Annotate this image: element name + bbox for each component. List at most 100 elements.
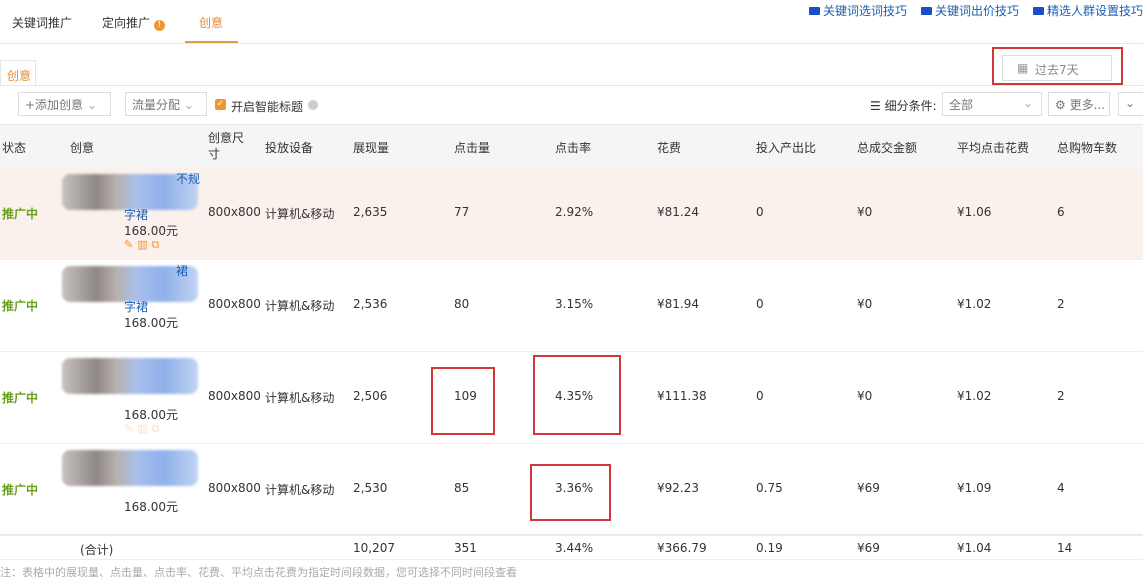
help-link[interactable]: 精选人群设置技巧 — [1032, 2, 1143, 19]
creative-price: 168.00元 — [124, 316, 178, 330]
cell-cart: 2 — [1057, 297, 1065, 311]
expand-button[interactable]: ⌄ — [1118, 92, 1143, 116]
smart-title-checkbox[interactable]: ✓ — [215, 99, 226, 110]
device: 计算机&移动 — [265, 483, 335, 497]
column-header[interactable]: 创意 — [70, 139, 94, 156]
column-header[interactable]: 状态 — [2, 139, 26, 156]
delete-icon[interactable]: ▥ — [137, 422, 151, 435]
cell-cost: ¥111.38 — [657, 389, 707, 403]
cell-gmv: ¥0 — [857, 389, 873, 403]
status-label: 推广中 — [2, 483, 39, 497]
cell-cpc: ¥1.09 — [957, 481, 992, 495]
creative-size: 800x800 — [208, 389, 261, 403]
column-header[interactable]: 总购物车数 — [1057, 139, 1117, 156]
column-header[interactable]: 总成交金额 — [857, 139, 917, 156]
copy-icon[interactable]: ⧉ — [152, 238, 164, 251]
column-header[interactable]: 花费 — [657, 139, 681, 156]
status-label: 推广中 — [2, 299, 39, 313]
device: 计算机&移动 — [265, 391, 335, 405]
chevron-down-icon: ⌄ — [86, 98, 97, 112]
creative-title[interactable]: 不规 — [176, 170, 200, 187]
divider — [0, 43, 1143, 44]
cell-clicks: 80 — [454, 297, 470, 311]
cell-impressions: 2,530 — [353, 481, 388, 495]
chevron-down-icon: ⌄ — [1022, 96, 1033, 110]
creative-price: 168.00元 — [124, 408, 178, 422]
edit-icon[interactable]: ✎ — [124, 422, 137, 435]
column-header[interactable]: 点击量 — [454, 139, 490, 156]
tab-targeted-promotion[interactable]: 定向推广 ! — [102, 14, 165, 31]
device: 计算机&移动 — [265, 207, 335, 221]
divider — [0, 85, 1143, 86]
total-row: (合计) 10,207 351 3.44% ¥366.79 0.19 ¥69 ¥… — [0, 534, 1143, 560]
cell-ctr: 2.92% — [555, 205, 594, 219]
tab-label: 定向推广 — [102, 16, 151, 30]
creative-price: 168.00元 — [124, 224, 178, 238]
smart-title-label: 开启智能标题 — [231, 100, 304, 114]
gear-icon: ⚙ — [1055, 98, 1066, 112]
total-ctr: 3.44% — [555, 541, 594, 555]
footnote: 注：表格中的展现量、点击量、点击率、花费、平均点击花费为指定时间段数据，您可选择… — [0, 566, 517, 579]
segment-label: ☰ 细分条件: — [870, 99, 937, 113]
total-roi: 0.19 — [756, 541, 783, 555]
video-icon — [1032, 7, 1044, 15]
creative-thumbnail[interactable] — [62, 358, 198, 394]
device: 计算机&移动 — [265, 299, 335, 313]
help-links: 关键词选词技巧 关键词出价技巧 精选人群设置技巧 — [808, 2, 1143, 19]
more-button[interactable]: ⚙ 更多... — [1048, 92, 1110, 116]
creative-title[interactable]: 裙 — [176, 262, 188, 279]
tab-creative[interactable]: 创意 — [199, 14, 223, 31]
copy-icon[interactable]: ⧉ — [152, 422, 164, 435]
cell-clicks: 77 — [454, 205, 470, 219]
cell-cart: 6 — [1057, 205, 1065, 219]
total-cpc: ¥1.04 — [957, 541, 992, 555]
total-label: (合计) — [80, 543, 114, 557]
total-clicks: 351 — [454, 541, 477, 555]
chevron-down-icon: ⌄ — [183, 98, 194, 112]
creative-thumbnail[interactable] — [62, 450, 198, 486]
total-impressions: 10,207 — [353, 541, 395, 555]
cell-cost: ¥81.94 — [657, 297, 699, 311]
cell-roi: 0 — [756, 205, 764, 219]
subtab-creative[interactable]: 创意 — [0, 60, 36, 86]
edit-icon[interactable]: ✎ — [124, 238, 137, 251]
column-header[interactable]: 平均点击花费 — [957, 139, 1029, 156]
cell-gmv: ¥69 — [857, 481, 880, 495]
highlight-box — [533, 355, 621, 435]
help-link[interactable]: 关键词选词技巧 — [808, 2, 907, 19]
highlight-box — [992, 47, 1123, 85]
column-header[interactable]: 点击率 — [555, 139, 591, 156]
cell-impressions: 2,506 — [353, 389, 388, 403]
list-icon: ☰ — [870, 99, 881, 113]
add-creative-button[interactable]: +添加创意 ⌄ — [18, 92, 111, 116]
highlight-box — [431, 367, 495, 435]
column-header[interactable]: 投放设备 — [265, 139, 313, 156]
delete-icon[interactable]: ▥ — [137, 238, 151, 251]
cell-cpc: ¥1.02 — [957, 297, 992, 311]
segment-select[interactable]: 全部 ⌄ — [942, 92, 1042, 116]
column-header[interactable]: 投入产出比 — [756, 139, 816, 156]
status-label: 推广中 — [2, 207, 39, 221]
cell-ctr: 3.15% — [555, 297, 594, 311]
creative-title[interactable]: 字裙 — [124, 298, 148, 315]
cell-cpc: ¥1.02 — [957, 389, 992, 403]
table-header: 状态 创意 创意尺寸 投放设备 展现量 点击量 点击率 花费 投入产出比 总成交… — [0, 124, 1143, 168]
cell-cpc: ¥1.06 — [957, 205, 992, 219]
tab-keyword-promotion[interactable]: 关键词推广 — [12, 14, 72, 31]
video-icon — [808, 7, 820, 15]
column-header[interactable]: 创意尺寸 — [208, 130, 248, 162]
cell-clicks: 85 — [454, 481, 470, 495]
video-icon — [920, 7, 932, 15]
cell-gmv: ¥0 — [857, 205, 873, 219]
creative-title[interactable]: 字裙 — [124, 206, 148, 223]
cell-roi: 0 — [756, 389, 764, 403]
help-link[interactable]: 关键词出价技巧 — [920, 2, 1019, 19]
total-cart: 14 — [1057, 541, 1073, 555]
cell-impressions: 2,635 — [353, 205, 388, 219]
column-header[interactable]: 展现量 — [353, 139, 389, 156]
status-label: 推广中 — [2, 391, 39, 405]
traffic-allocation-dropdown[interactable]: 流量分配 ⌄ — [125, 92, 207, 116]
creative-price: 168.00元 — [124, 500, 178, 514]
help-icon[interactable] — [308, 100, 318, 110]
cell-cart: 2 — [1057, 389, 1065, 403]
